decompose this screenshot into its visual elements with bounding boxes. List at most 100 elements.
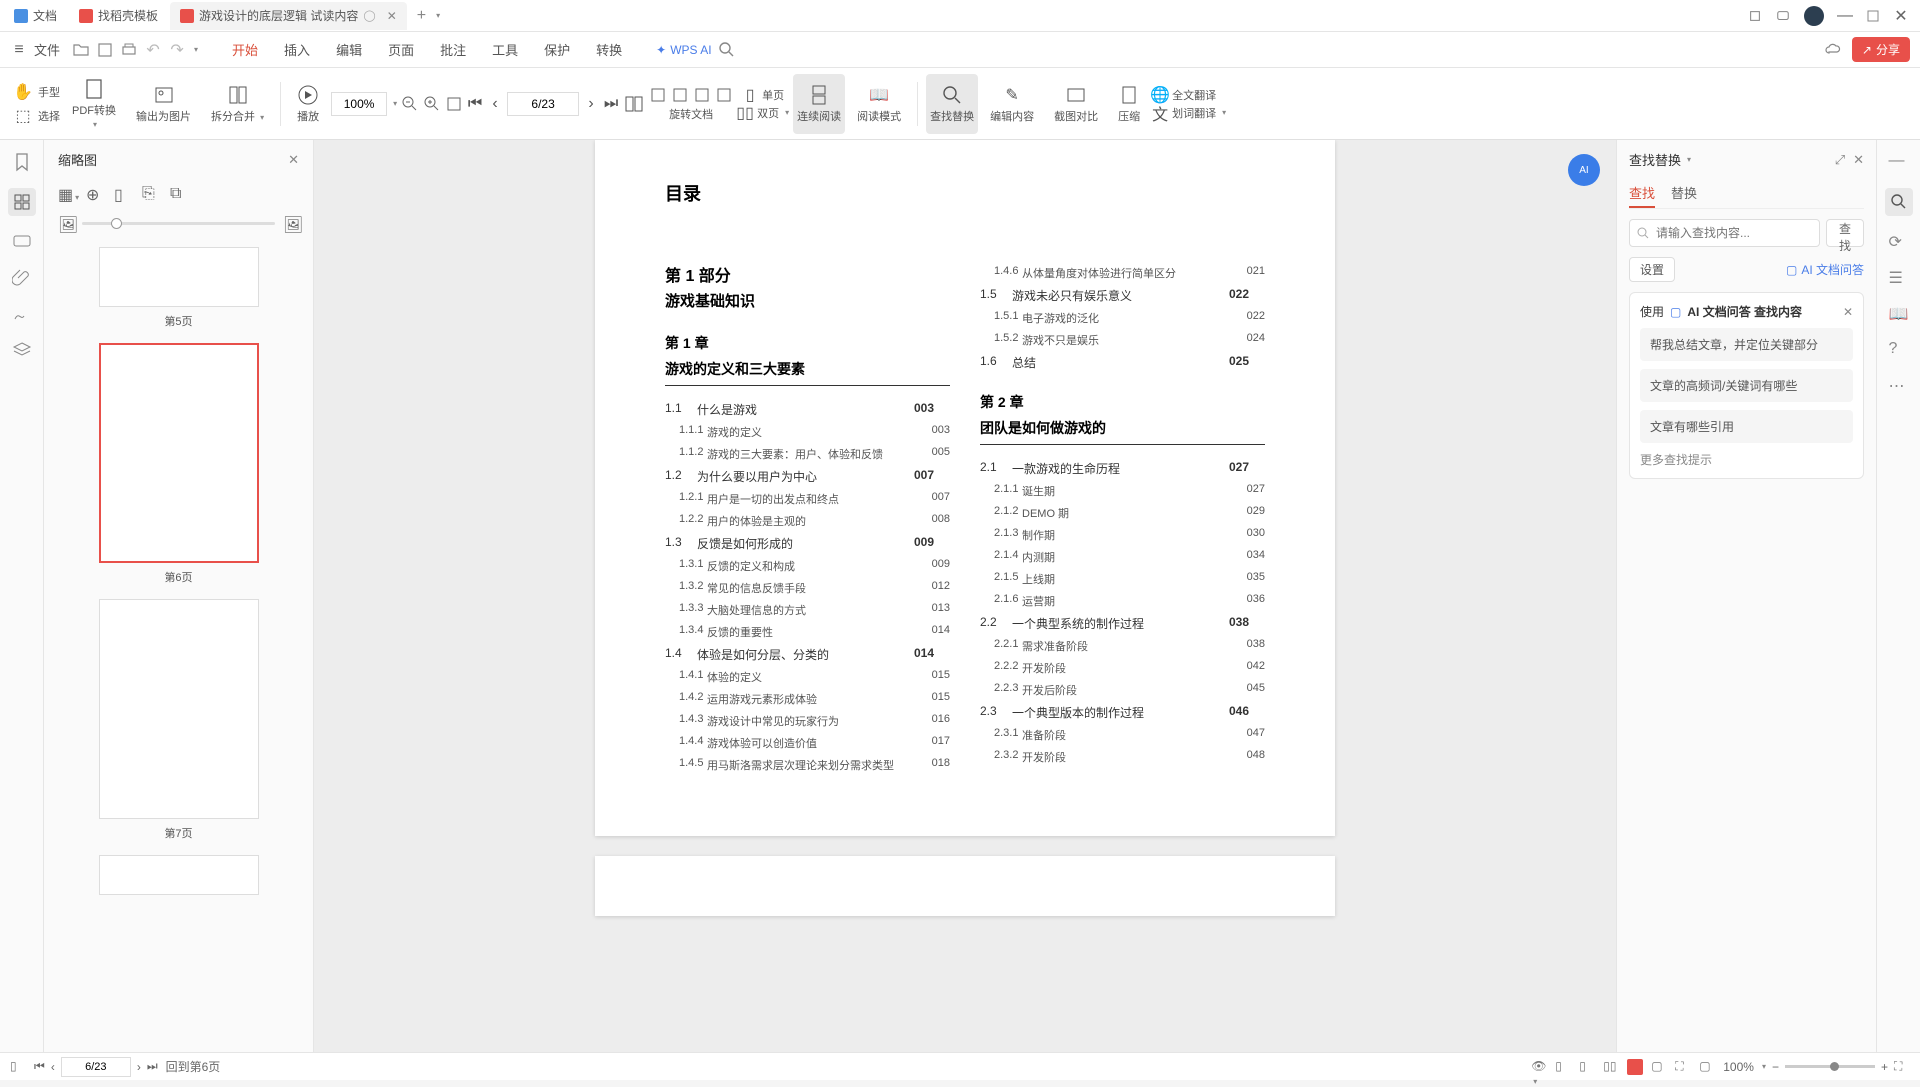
toc-row[interactable]: 1.4.3游戏设计中常见的玩家行为016 bbox=[665, 710, 950, 732]
pin-icon[interactable]: ⤢ bbox=[1835, 152, 1845, 168]
toc-row[interactable]: 2.2一个典型系统的制作过程038 bbox=[980, 612, 1265, 635]
open-icon[interactable] bbox=[72, 41, 90, 59]
toc-row[interactable]: 1.3.3大脑处理信息的方式013 bbox=[665, 599, 950, 621]
fit-width-icon[interactable] bbox=[445, 95, 463, 113]
read-mode[interactable]: 📖阅读模式 bbox=[849, 74, 909, 134]
settings-button[interactable]: 设置 bbox=[1629, 257, 1675, 282]
toc-row[interactable]: 1.1什么是游戏003 bbox=[665, 398, 950, 421]
screenshot-compare[interactable]: 截图对比 bbox=[1046, 74, 1106, 134]
outline-icon[interactable]: ☰ bbox=[1889, 268, 1909, 288]
last-page-icon[interactable]: ⏭ bbox=[603, 93, 619, 115]
tab-docs[interactable]: 文档 bbox=[4, 2, 67, 30]
word-translate[interactable]: 文划词翻译▾ bbox=[1152, 105, 1226, 121]
toc-row[interactable]: 2.1.1诞生期027 bbox=[980, 480, 1265, 502]
toc-row[interactable]: 1.4.2运用游戏元素形成体验015 bbox=[665, 688, 950, 710]
search-button[interactable]: 查找 bbox=[1826, 219, 1864, 247]
tab-current[interactable]: 游戏设计的底层逻辑 试读内容◯✕ bbox=[170, 2, 407, 30]
crop-3-icon[interactable] bbox=[693, 86, 711, 104]
toc-row[interactable]: 2.3一个典型版本的制作过程046 bbox=[980, 701, 1265, 724]
ai-suggestion[interactable]: 文章的高频词/关键词有哪些 bbox=[1640, 369, 1853, 402]
toc-row[interactable]: 2.1.6运营期036 bbox=[980, 590, 1265, 612]
crop-1-icon[interactable] bbox=[649, 86, 667, 104]
edit-content[interactable]: ✎编辑内容 bbox=[982, 74, 1042, 134]
view-3-icon[interactable]: ▯▯ bbox=[1603, 1059, 1619, 1075]
toc-row[interactable]: 2.1.2DEMO 期029 bbox=[980, 502, 1265, 524]
zoom-in-icon[interactable] bbox=[423, 95, 441, 113]
minimize-icon[interactable]: — bbox=[1838, 9, 1852, 23]
thumbnail-list[interactable]: 第5页 第6页 第7页 bbox=[44, 239, 313, 1052]
toc-row[interactable]: 1.3.1反馈的定义和构成009 bbox=[665, 555, 950, 577]
search-input[interactable] bbox=[1629, 219, 1820, 247]
toc-row[interactable]: 1.6总结025 bbox=[980, 351, 1265, 374]
toc-row[interactable]: 1.4体验是如何分层、分类的014 bbox=[665, 643, 950, 666]
window-message-icon[interactable] bbox=[1776, 9, 1790, 23]
bookmark-icon[interactable] bbox=[12, 152, 32, 172]
view-5-icon[interactable]: ▢ bbox=[1651, 1059, 1667, 1075]
toc-row[interactable]: 1.5.2游戏不只是娱乐024 bbox=[980, 329, 1265, 351]
toc-row[interactable]: 2.2.2开发阶段042 bbox=[980, 657, 1265, 679]
zoom-dropdown-icon[interactable]: ▾ bbox=[1762, 1062, 1766, 1071]
sb-next-icon[interactable]: › bbox=[137, 1060, 141, 1074]
share-button[interactable]: ↗ 分享 bbox=[1852, 37, 1910, 62]
ai-doc-qa-link[interactable]: ▢ AI 文档问答 bbox=[1786, 261, 1864, 278]
prev-page-icon[interactable]: ‹ bbox=[487, 93, 503, 115]
double-page[interactable]: ▯▯双页▾ bbox=[737, 105, 789, 121]
back-to-page[interactable]: 回到第6页 bbox=[166, 1058, 221, 1075]
thumbnail-size-slider[interactable] bbox=[82, 222, 275, 225]
next-page-icon[interactable]: › bbox=[583, 93, 599, 115]
export-image[interactable]: 输出为图片 bbox=[128, 74, 199, 134]
zoom-slider[interactable] bbox=[1785, 1065, 1875, 1068]
single-page[interactable]: ▯单页 bbox=[742, 87, 784, 103]
collapse-icon[interactable]: — bbox=[1889, 152, 1909, 172]
tab-find[interactable]: 查找 bbox=[1629, 179, 1655, 208]
menu-protect[interactable]: 保护 bbox=[534, 40, 580, 59]
search-rail-icon[interactable] bbox=[1885, 188, 1913, 216]
sb-prev-icon[interactable]: ‹ bbox=[51, 1060, 55, 1074]
thumbnail-item[interactable]: 第5页 bbox=[44, 247, 313, 329]
close-icon[interactable]: ✕ bbox=[387, 9, 397, 23]
menu-edit[interactable]: 编辑 bbox=[326, 40, 372, 59]
tab-dropdown-icon[interactable]: ▾ bbox=[436, 11, 440, 20]
copy-icon[interactable]: ⧉ bbox=[170, 185, 186, 201]
tab-template[interactable]: 找稻壳模板 bbox=[69, 2, 168, 30]
tab-replace[interactable]: 替换 bbox=[1671, 179, 1697, 208]
new-tab-button[interactable]: + bbox=[409, 7, 434, 25]
maximize-icon[interactable] bbox=[1866, 9, 1880, 23]
menu-start[interactable]: 开始 bbox=[222, 40, 268, 59]
attachment-icon[interactable] bbox=[12, 268, 32, 288]
toc-row[interactable]: 1.2.2用户的体验是主观的008 bbox=[665, 510, 950, 532]
menu-page[interactable]: 页面 bbox=[378, 40, 424, 59]
toc-row[interactable]: 1.1.2游戏的三大要素：用户、体验和反馈005 bbox=[665, 443, 950, 465]
sb-last-icon[interactable]: ⏭ bbox=[147, 1059, 158, 1074]
toc-row[interactable]: 2.1.3制作期030 bbox=[980, 524, 1265, 546]
toc-row[interactable]: 2.3.2开发阶段048 bbox=[980, 746, 1265, 768]
toc-row[interactable]: 1.3反馈是如何形成的009 bbox=[665, 532, 950, 555]
redo-icon[interactable]: ↷ bbox=[168, 41, 186, 59]
close-icon[interactable]: ✕ bbox=[1843, 305, 1853, 319]
view-2-icon[interactable]: ▯ bbox=[1579, 1059, 1595, 1075]
toc-row[interactable]: 1.5游戏未必只有娱乐意义022 bbox=[980, 284, 1265, 307]
history-dropdown-icon[interactable]: ▾ bbox=[194, 45, 198, 54]
toc-row[interactable]: 2.1.5上线期035 bbox=[980, 568, 1265, 590]
grid-icon[interactable]: ▦▾ bbox=[58, 185, 74, 201]
undo-icon[interactable]: ↶ bbox=[144, 41, 162, 59]
extract-icon[interactable]: ⎘ bbox=[142, 185, 158, 201]
toc-row[interactable]: 2.3.1准备阶段047 bbox=[980, 724, 1265, 746]
add-page-icon[interactable]: ⊕ bbox=[86, 185, 102, 201]
toc-row[interactable]: 2.1一款游戏的生命历程027 bbox=[980, 457, 1265, 480]
toc-row[interactable]: 1.4.6从体量角度对体验进行简单区分021 bbox=[980, 262, 1265, 284]
zoom-out-icon[interactable] bbox=[401, 95, 419, 113]
more-icon[interactable]: ⋯ bbox=[1889, 376, 1909, 396]
page-input[interactable] bbox=[507, 92, 579, 116]
thumbnail-item[interactable] bbox=[44, 855, 313, 895]
cloud-icon[interactable] bbox=[1824, 41, 1842, 59]
toc-row[interactable]: 2.2.1需求准备阶段038 bbox=[980, 635, 1265, 657]
refresh-icon[interactable]: ⟳ bbox=[1889, 232, 1909, 252]
document-area[interactable]: AI 目录 第 1 部分 游戏基础知识 第 1 章 游戏的定义和三大要素 1.1… bbox=[314, 140, 1616, 1052]
split-merge[interactable]: 拆分合并 ▾ bbox=[203, 74, 272, 134]
avatar[interactable] bbox=[1804, 6, 1824, 26]
view-1-icon[interactable]: ▯ bbox=[1555, 1059, 1571, 1075]
close-window-icon[interactable]: ✕ bbox=[1894, 9, 1908, 23]
fullscreen-icon[interactable]: ▢ bbox=[1699, 1059, 1715, 1075]
eye-icon[interactable]: 👁▾ bbox=[1531, 1059, 1547, 1075]
